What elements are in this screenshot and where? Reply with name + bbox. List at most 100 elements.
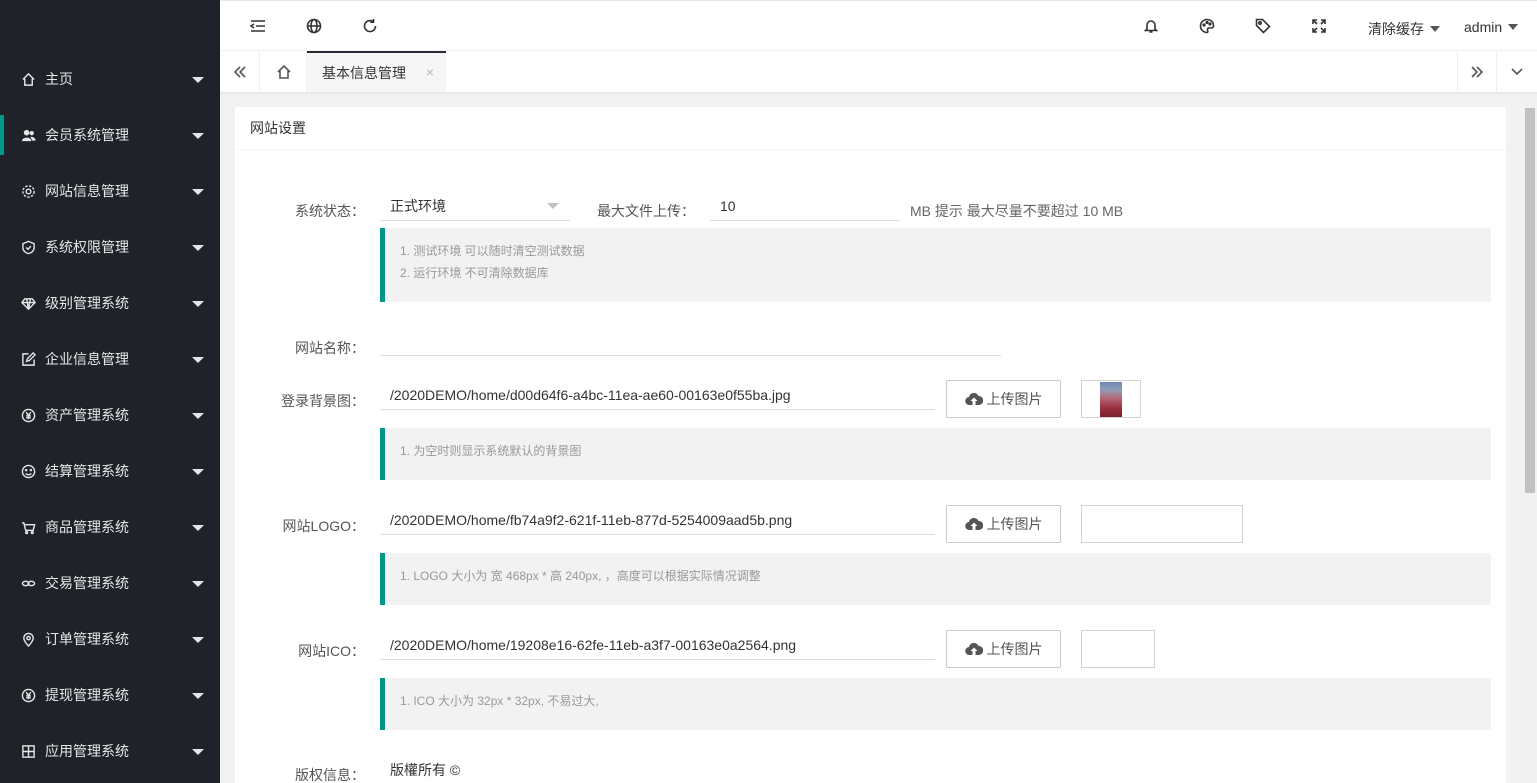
- sidebar-item-enterprise[interactable]: 企业信息管理: [0, 331, 220, 387]
- sidebar-item-orders[interactable]: 订单管理系统: [0, 611, 220, 667]
- ico-preview: [1081, 630, 1155, 668]
- refresh-icon[interactable]: [361, 17, 379, 35]
- logo-upload-button[interactable]: 上传图片: [946, 505, 1061, 543]
- tabs-dropdown-button[interactable]: [1497, 51, 1537, 92]
- settings-card: 网站设置 系统状态： 正式环境 最大文件上传： 10 MB 提示 最大尽量不要超…: [235, 107, 1506, 783]
- cloud-upload-icon: [964, 392, 983, 406]
- sidebar-item-trade[interactable]: 交易管理系统: [0, 555, 220, 611]
- status-tip-line-1: 1. 测试环境 可以随时清空测试数据: [400, 244, 585, 258]
- sidebar-item-site-info[interactable]: 网站信息管理: [0, 163, 220, 219]
- sidebar-item-home[interactable]: 主页: [0, 51, 220, 107]
- double-chevron-right-icon: [1471, 65, 1484, 78]
- bg-image-label: 登录背景图：: [281, 393, 365, 409]
- sidebar-item-levels[interactable]: 级别管理系统: [0, 275, 220, 331]
- status-select[interactable]: 正式环境: [380, 193, 570, 221]
- sidebar-item-goods[interactable]: 商品管理系统: [0, 499, 220, 555]
- bg-image-input[interactable]: /2020DEMO/home/d00d64f6-a4bc-11ea-ae60-0…: [380, 382, 935, 410]
- tabs-scroll-left-button[interactable]: [220, 51, 260, 92]
- status-tip-line-2: 2. 运行环境 不可清除数据库: [400, 266, 549, 280]
- upload-label: 上传图片: [986, 391, 1043, 407]
- sidebar-item-label: 结算管理系统: [45, 463, 129, 479]
- sidebar-item-label: 资产管理系统: [45, 407, 129, 423]
- sidebar-item-assets[interactable]: 资产管理系统: [0, 387, 220, 443]
- sidebar-item-withdraw[interactable]: 提现管理系统: [0, 667, 220, 723]
- tab-home[interactable]: [262, 51, 307, 92]
- clear-cache-label: 清除缓存: [1368, 21, 1424, 37]
- tabs-scroll-right-button[interactable]: [1457, 51, 1497, 92]
- sidebar-item-permissions[interactable]: 系统权限管理: [0, 219, 220, 275]
- logo-preview: [1081, 505, 1243, 543]
- cloud-upload-icon: [964, 517, 983, 531]
- edit-icon: [20, 351, 36, 367]
- ico-tip-line: 1. ICO 大小为 32px * 32px, 不易过大,: [400, 694, 599, 708]
- tag-icon[interactable]: [1254, 17, 1272, 35]
- bg-thumbnail-image: [1100, 382, 1122, 417]
- copyright-input[interactable]: 版權所有 ©: [380, 757, 1001, 783]
- chevron-down-icon: [192, 245, 204, 251]
- select-caret-icon: [547, 203, 559, 209]
- sidebar-item-label: 企业信息管理: [45, 351, 129, 367]
- close-icon[interactable]: ×: [426, 64, 434, 80]
- page-scrollbar[interactable]: [1523, 96, 1535, 783]
- chevron-down-icon: [192, 637, 204, 643]
- site-name-input[interactable]: [380, 328, 1001, 356]
- palette-icon[interactable]: [1198, 17, 1216, 35]
- bg-image-preview: [1081, 380, 1141, 418]
- top-header: 清除缓存 admin: [220, 0, 1537, 51]
- chevron-down-icon: [192, 357, 204, 363]
- sidebar-item-label: 会员系统管理: [45, 127, 129, 143]
- bell-icon[interactable]: [1142, 17, 1160, 35]
- ico-label: 网站ICO：: [298, 643, 365, 659]
- home-icon: [277, 64, 291, 79]
- scrollbar-thumb[interactable]: [1525, 108, 1535, 493]
- card-title: 网站设置: [235, 107, 1506, 150]
- max-upload-input[interactable]: 10: [710, 193, 900, 221]
- user-menu[interactable]: admin: [1464, 19, 1519, 35]
- ico-input[interactable]: /2020DEMO/home/19208e16-62fe-11eb-a3f7-0…: [380, 632, 935, 660]
- caret-down-icon: [1430, 26, 1440, 32]
- shield-icon: [20, 239, 36, 255]
- sidebar-item-label: 应用管理系统: [45, 743, 129, 759]
- site-name-label: 网站名称：: [295, 340, 365, 356]
- chevron-down-icon: [192, 581, 204, 587]
- fullscreen-icon[interactable]: [1310, 17, 1328, 35]
- chevron-down-icon: [192, 525, 204, 531]
- users-icon: [20, 127, 36, 143]
- sidebar-item-label: 交易管理系统: [45, 575, 129, 591]
- globe-icon[interactable]: [305, 17, 323, 35]
- copyright-value: 版權所有 ©: [390, 762, 461, 778]
- app-icon: [20, 743, 36, 759]
- chevron-down-icon: [192, 749, 204, 755]
- sidebar-item-member[interactable]: 会员系统管理: [0, 107, 220, 163]
- max-upload-hint: MB 提示 最大尽量不要超过 10 MB: [910, 203, 1124, 219]
- chevron-down-icon: [192, 77, 204, 83]
- logo-input[interactable]: /2020DEMO/home/fb74a9f2-621f-11eb-877d-5…: [380, 507, 935, 535]
- link-icon: [20, 575, 36, 591]
- clear-cache-menu[interactable]: 清除缓存: [1368, 19, 1440, 39]
- sidebar-item-label: 提现管理系统: [45, 687, 129, 703]
- sidebar-item-label: 商品管理系统: [45, 519, 129, 535]
- sidebar: 主页 会员系统管理 网站信息管理 系统权限管理 级别管理系统 企业信息管理 资产…: [0, 0, 220, 783]
- ico-upload-button[interactable]: 上传图片: [946, 630, 1061, 668]
- sidebar-logo-area: [0, 0, 220, 51]
- status-select-value: 正式环境: [390, 198, 446, 214]
- yen-icon: [20, 407, 36, 423]
- bg-tip: 1. 为空时则显示系统默认的背景图: [380, 428, 1491, 480]
- chevron-down-icon: [192, 469, 204, 475]
- bg-upload-button[interactable]: 上传图片: [946, 380, 1061, 418]
- home-icon: [20, 71, 36, 87]
- tab-basic-info[interactable]: 基本信息管理 ×: [307, 51, 446, 92]
- gear-icon: [20, 183, 36, 199]
- sidebar-item-apps[interactable]: 应用管理系统: [0, 723, 220, 779]
- upload-label: 上传图片: [986, 641, 1043, 657]
- chevron-down-icon: [192, 413, 204, 419]
- menu-fold-icon[interactable]: [249, 17, 267, 35]
- upload-label: 上传图片: [986, 516, 1043, 532]
- diamond-icon: [20, 295, 36, 311]
- status-tip: 1. 测试环境 可以随时清空测试数据 2. 运行环境 不可清除数据库: [380, 228, 1491, 302]
- logo-tip: 1. LOGO 大小为 宽 468px * 高 240px, ，高度可以根据实际…: [380, 553, 1491, 605]
- sidebar-item-settlement[interactable]: 结算管理系统: [0, 443, 220, 499]
- sidebar-item-label: 网站信息管理: [45, 183, 129, 199]
- bg-tip-line: 1. 为空时则显示系统默认的背景图: [400, 444, 582, 458]
- sidebar-item-label: 主页: [45, 71, 73, 87]
